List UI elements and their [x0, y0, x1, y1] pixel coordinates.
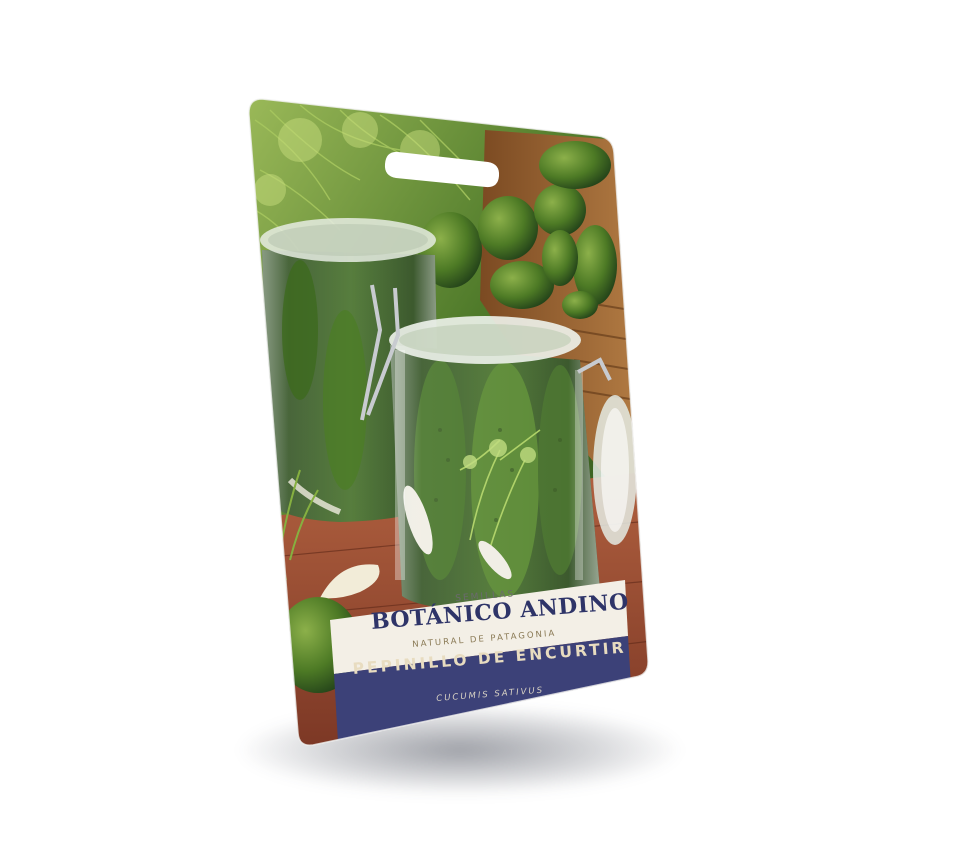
seed-packet-artwork — [248, 98, 649, 746]
open-jar-lid — [593, 395, 637, 545]
front-pickle-jar — [389, 316, 600, 612]
product-scene: SEMILLAS BOTÁNICO ANDINO NATURAL DE PATA… — [0, 0, 955, 842]
seed-packet-card: SEMILLAS BOTÁNICO ANDINO NATURAL DE PATA… — [0, 0, 955, 842]
